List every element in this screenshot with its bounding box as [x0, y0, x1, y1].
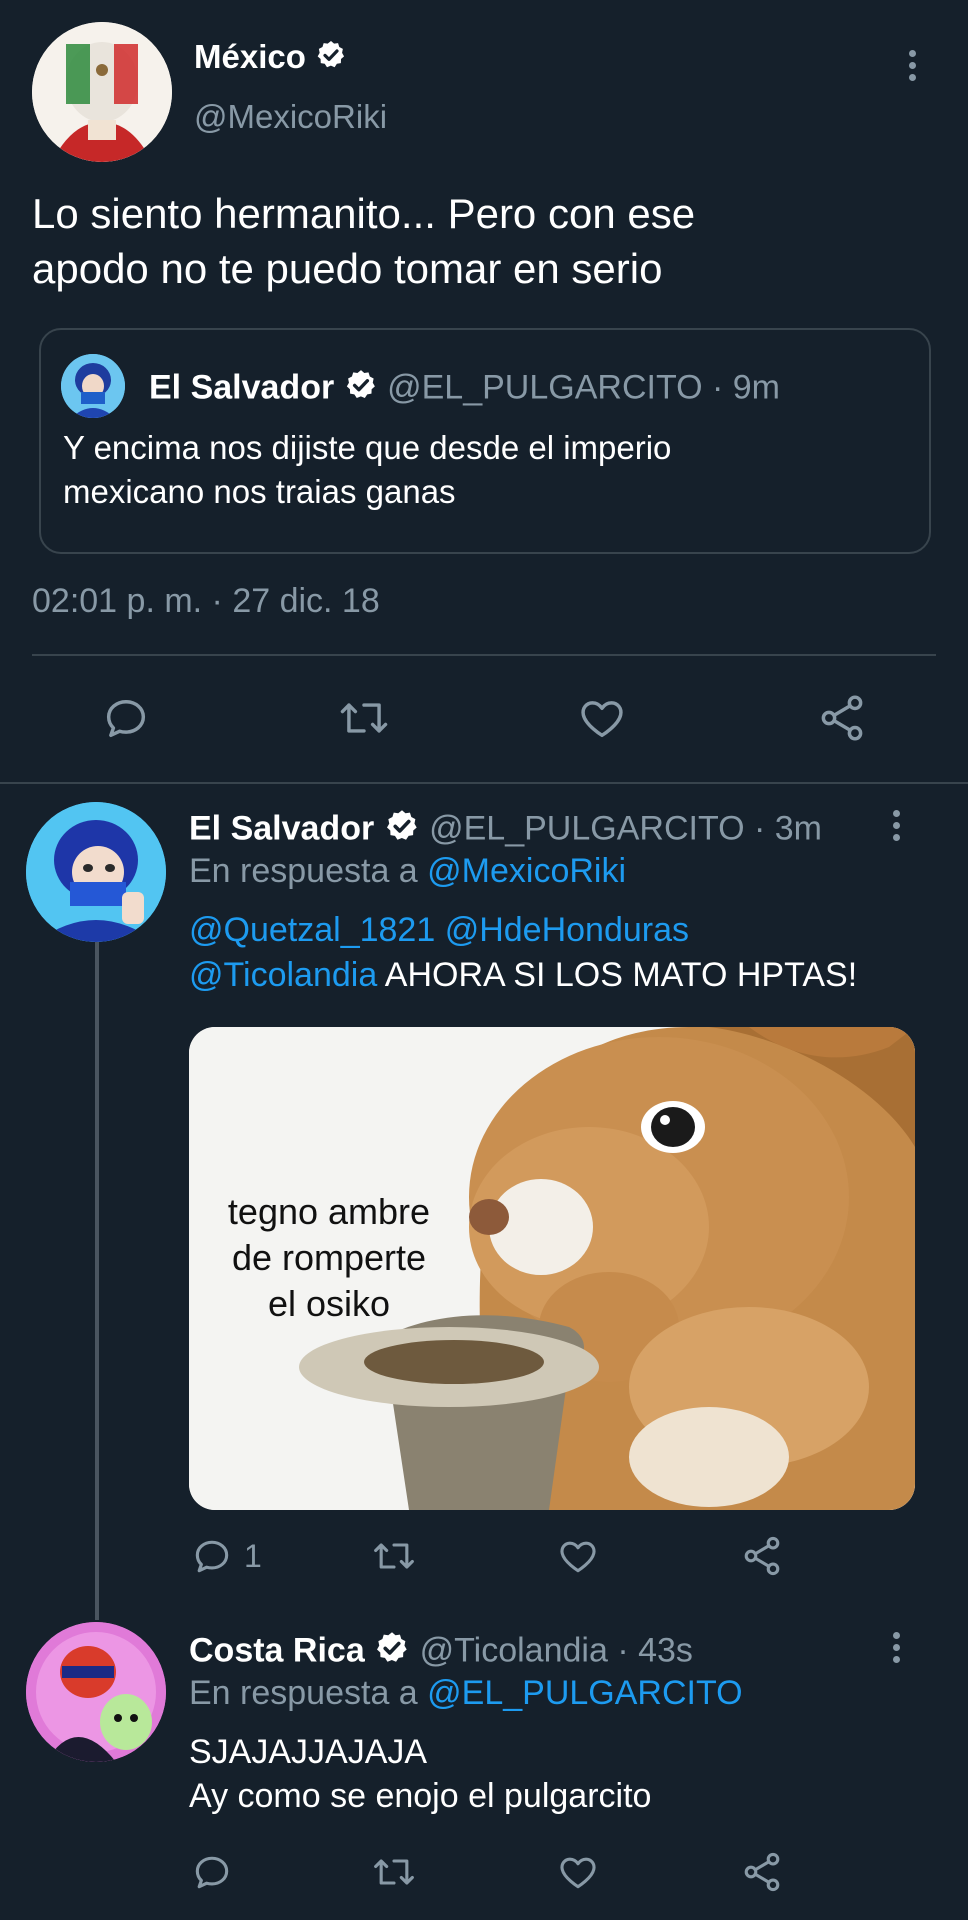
verified-badge-icon [384, 808, 420, 853]
quoted-text-line: Y encima nos dijiste que desde el imperi… [63, 429, 672, 466]
more-options-icon[interactable] [892, 1632, 900, 1668]
reply-text: @Quetzal_1821 @HdeHonduras @Ticolandia A… [189, 911, 858, 994]
reply-text-line: Ay como se enojo el pulgarcito [189, 1777, 652, 1815]
avatar-costa-rica[interactable] [26, 1622, 166, 1762]
reply-icon[interactable] [190, 1850, 234, 1894]
reply-context: En respuesta a @EL_PULGARCITO [189, 1674, 743, 1712]
share-icon[interactable] [816, 692, 868, 744]
like-icon[interactable] [556, 1534, 600, 1578]
reply-text-line: SJAJAJJAJAJA [189, 1733, 428, 1771]
verified-badge-icon [344, 368, 378, 411]
section-divider [0, 782, 968, 784]
reply-handle-time: @Ticolandia · 43s [419, 1631, 693, 1670]
tweet-text-line: Lo siento hermanito... Pero con ese [32, 190, 696, 237]
share-icon[interactable] [740, 1534, 784, 1578]
mention-link[interactable]: @Ticolandia [189, 956, 377, 994]
divider [32, 654, 936, 656]
mention-link[interactable]: @Quetzal_1821 [189, 911, 435, 949]
like-icon[interactable] [576, 692, 628, 744]
reply-author-name[interactable]: Costa Rica @Ticolandia · 43s [189, 1630, 693, 1675]
retweet-icon[interactable] [336, 692, 392, 744]
quoted-text-line: mexicano nos traias ganas [63, 473, 456, 510]
like-icon[interactable] [556, 1850, 600, 1894]
attached-image[interactable]: tegno ambre de romperte el osiko [189, 1027, 915, 1510]
tweet-timestamp[interactable]: 02:01 p. m. · 27 dic. 18 [32, 582, 380, 621]
share-icon[interactable] [740, 1850, 784, 1894]
avatar-mexico[interactable] [32, 22, 172, 162]
reply-to-link[interactable]: @EL_PULGARCITO [427, 1674, 742, 1712]
mention-link[interactable]: @HdeHonduras [445, 911, 689, 949]
quoted-text: Y encima nos dijiste que desde el imperi… [63, 426, 903, 514]
reply-icon[interactable] [100, 692, 152, 744]
reply-count: 1 [244, 1538, 262, 1574]
meme-caption-line: de romperte [231, 1237, 427, 1278]
thread-line [95, 940, 99, 1620]
author-name[interactable]: México [194, 38, 347, 79]
meme-caption-line: el osiko [267, 1283, 391, 1324]
reply-handle-time: @EL_PULGARCITO · 3m [429, 809, 822, 848]
quoted-author-name: El Salvador @EL_PULGARCITO · 9m [149, 368, 780, 411]
tweet-text-line: apodo no te puedo tomar en serio [32, 245, 663, 292]
author-handle[interactable]: @MexicoRiki [194, 98, 387, 136]
verified-badge-icon [374, 1630, 410, 1675]
reply-to-link[interactable]: @MexicoRiki [427, 852, 626, 890]
verified-badge-icon [315, 39, 347, 79]
meme-caption-line: tegno ambre [227, 1191, 431, 1232]
reply-icon[interactable] [190, 1534, 234, 1578]
meme-caption: tegno ambre de romperte el osiko [209, 1189, 449, 1327]
reply-author-name[interactable]: El Salvador @EL_PULGARCITO · 3m [189, 808, 822, 853]
quoted-handle-time: @EL_PULGARCITO · 9m [387, 368, 780, 407]
retweet-icon[interactable] [370, 1850, 418, 1894]
quoted-tweet-card[interactable]: El Salvador @EL_PULGARCITO · 9m Y encima… [39, 328, 931, 554]
reply-context: En respuesta a @MexicoRiki [189, 852, 627, 890]
more-options-icon[interactable] [908, 50, 916, 86]
avatar-el-salvador-small [61, 354, 125, 418]
tweet-text: Lo siento hermanito... Pero con ese apod… [32, 186, 932, 296]
retweet-icon[interactable] [370, 1534, 418, 1578]
avatar-el-salvador[interactable] [26, 802, 166, 942]
reply-text: SJAJAJJAJAJA Ay como se enojo el pulgarc… [189, 1730, 949, 1818]
more-options-icon[interactable] [892, 810, 900, 846]
